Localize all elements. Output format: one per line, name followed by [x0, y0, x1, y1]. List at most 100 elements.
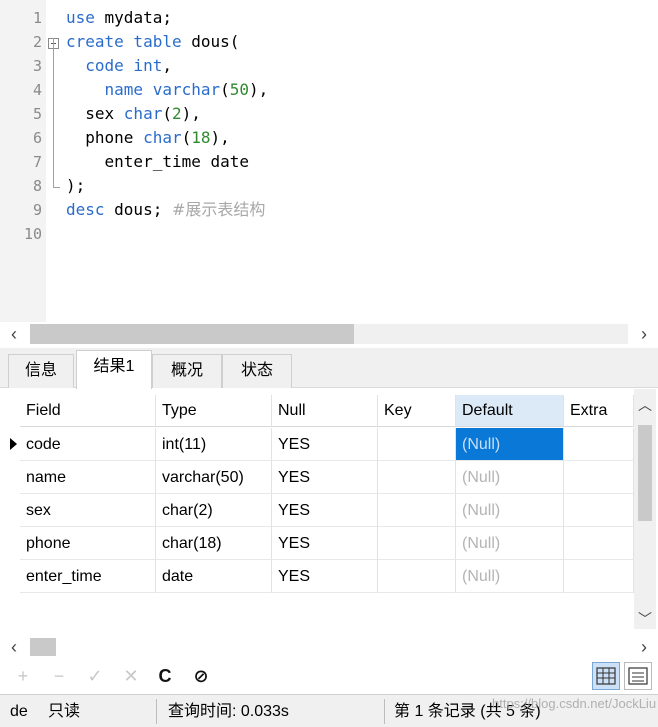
grid-toolbar: + − ✓ ✕ C ⊘	[0, 660, 658, 692]
code-token: use	[66, 8, 95, 27]
cell-key[interactable]	[378, 428, 456, 461]
cell-extra[interactable]	[564, 527, 634, 560]
cell-default[interactable]: (Null)	[456, 560, 564, 593]
delete-record-button[interactable]: −	[48, 664, 70, 688]
scroll-thumb[interactable]	[30, 324, 354, 344]
cell-field[interactable]: name	[20, 461, 156, 494]
discard-changes-button[interactable]: ✕	[120, 664, 142, 688]
code-token: (	[220, 80, 230, 99]
column-header-default[interactable]: Default	[456, 395, 564, 427]
status-divider	[384, 699, 385, 724]
cell-field[interactable]: sex	[20, 494, 156, 527]
code-token: ),	[249, 80, 269, 99]
column-header-type[interactable]: Type	[156, 395, 272, 427]
cell-field[interactable]: code	[20, 428, 156, 461]
scroll-right-icon[interactable]: ›	[634, 637, 654, 657]
cell-type[interactable]: char(2)	[156, 494, 272, 527]
cell-default[interactable]: (Null)	[456, 461, 564, 494]
line-number: 4	[32, 81, 42, 99]
code-text: name varchar(50),	[66, 78, 269, 102]
form-view-icon	[628, 667, 648, 685]
cell-key[interactable]	[378, 494, 456, 527]
scroll-up-icon[interactable]: ︿	[635, 395, 655, 415]
result-grid[interactable]: Field Type Null Key Default Extra code int(11)…	[0, 389, 658, 639]
scroll-left-icon[interactable]: ‹	[4, 637, 24, 657]
code-line[interactable]: 4 name varchar(50),	[0, 78, 658, 102]
cell-key[interactable]	[378, 461, 456, 494]
cell-type[interactable]: char(18)	[156, 527, 272, 560]
status-readonly: 只读	[48, 703, 81, 720]
cell-type[interactable]: date	[156, 560, 272, 593]
add-record-button[interactable]: +	[12, 664, 34, 688]
code-line[interactable]: 7 enter_time date	[0, 150, 658, 174]
tab-info[interactable]: 信息	[8, 354, 74, 388]
code-token: dous;	[104, 200, 172, 219]
line-number: 3	[32, 57, 42, 75]
cell-field[interactable]: enter_time	[20, 560, 156, 593]
sql-editor[interactable]: 1 use mydata; 2 create table dous(3 code in…	[0, 0, 658, 322]
form-view-button[interactable]	[624, 662, 652, 690]
apply-changes-button[interactable]: ✓	[84, 664, 106, 688]
code-token: phone	[66, 128, 144, 147]
grid-view-button[interactable]	[592, 662, 620, 690]
line-number: 2	[32, 33, 42, 51]
column-header-field[interactable]: Field	[20, 395, 156, 427]
code-token: dous(	[181, 32, 240, 51]
cell-key[interactable]	[378, 527, 456, 560]
code-line[interactable]: 5 sex char(2),	[0, 102, 658, 126]
column-header-key[interactable]: Key	[378, 395, 456, 427]
grid-vertical-scrollbar[interactable]: ︿ ﹀	[634, 389, 656, 629]
code-line[interactable]: 8);	[0, 174, 658, 198]
scroll-right-icon[interactable]: ›	[634, 324, 654, 344]
tab-result1[interactable]: 结果1	[76, 350, 152, 389]
scroll-down-icon[interactable]: ﹀	[635, 609, 655, 629]
cell-default[interactable]: (Null)	[456, 428, 564, 461]
code-token: 18	[191, 128, 211, 147]
line-number: 1	[32, 9, 42, 27]
cell-null[interactable]: YES	[272, 461, 378, 494]
tab-overview[interactable]: 概况	[152, 354, 222, 388]
code-line[interactable]: 2 create table dous(	[0, 30, 658, 54]
cell-null[interactable]: YES	[272, 560, 378, 593]
code-token: 50	[229, 80, 250, 99]
code-token: create table	[66, 32, 182, 51]
cell-type[interactable]: varchar(50)	[156, 461, 272, 494]
cell-null[interactable]: YES	[272, 428, 378, 461]
cell-extra[interactable]	[564, 428, 634, 461]
cell-field[interactable]: phone	[20, 527, 156, 560]
code-token: name varchar	[66, 80, 221, 99]
code-token: enter_time date	[66, 152, 250, 171]
column-header-extra[interactable]: Extra	[564, 395, 634, 427]
code-text: create table dous(	[66, 30, 239, 54]
cell-extra[interactable]	[564, 494, 634, 527]
code-token: (	[162, 104, 172, 123]
grid-horizontal-scrollbar[interactable]: ‹ ›	[0, 636, 658, 658]
cell-extra[interactable]	[564, 560, 634, 593]
column-header-null[interactable]: Null	[272, 395, 378, 427]
cell-default[interactable]: (Null)	[456, 494, 564, 527]
tab-status[interactable]: 状态	[222, 354, 292, 388]
cell-null[interactable]: YES	[272, 527, 378, 560]
code-token: (	[181, 128, 192, 147]
code-token: code int	[66, 56, 163, 75]
cell-null[interactable]: YES	[272, 494, 378, 527]
refresh-button[interactable]: C	[154, 664, 176, 688]
cell-type[interactable]: int(11)	[156, 428, 272, 461]
code-line[interactable]: 3 code int,	[0, 54, 658, 78]
cell-default[interactable]: (Null)	[456, 527, 564, 560]
code-line[interactable]: 6 phone char(18),	[0, 126, 658, 150]
code-line[interactable]: 10	[0, 222, 658, 246]
code-token: ),	[210, 128, 230, 147]
code-text: phone char(18),	[66, 126, 230, 150]
scroll-thumb[interactable]	[638, 425, 652, 521]
editor-horizontal-scrollbar[interactable]: ‹ ›	[0, 322, 658, 346]
code-line[interactable]: 1 use mydata;	[0, 6, 658, 30]
scroll-left-icon[interactable]: ‹	[4, 324, 24, 344]
cell-extra[interactable]	[564, 461, 634, 494]
cell-key[interactable]	[378, 560, 456, 593]
scroll-thumb[interactable]	[30, 638, 56, 656]
code-line[interactable]: 9 desc dous; #展示表结构	[0, 198, 658, 222]
grid-view-icon	[596, 667, 616, 685]
line-number: 7	[32, 153, 42, 171]
stop-button[interactable]: ⊘	[190, 664, 212, 688]
